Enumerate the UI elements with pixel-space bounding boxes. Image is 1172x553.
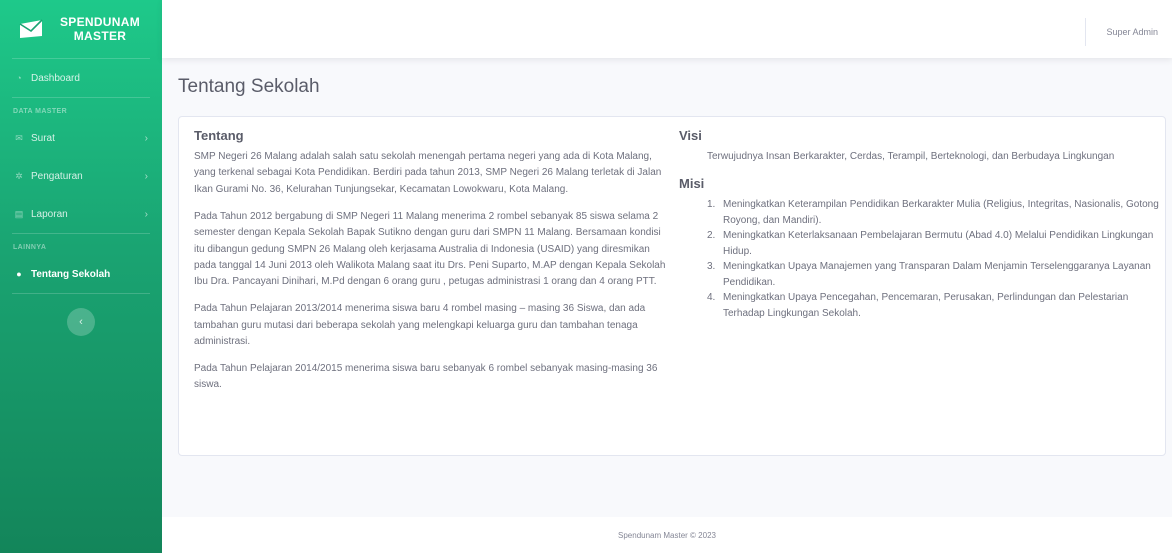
gear-icon: ✲ [15, 170, 23, 181]
sidebar-heading-master: DATA MASTER [13, 108, 68, 115]
info-icon: ● [16, 269, 22, 279]
sidebar-item-label: Pengaturan [31, 170, 83, 182]
visi-misi-section: Visi Terwujudnya Insan Berkarakter, Cerd… [679, 128, 1159, 321]
tentang-heading: Tentang [194, 128, 244, 143]
list-item: 2. Meningkatkan Keterlaksanaan Pembelajar… [707, 228, 1159, 259]
list-number: 2. [707, 230, 716, 242]
sidebar-item-label: Surat [31, 132, 55, 144]
brand-name: SPENDUNAM MASTER [54, 15, 146, 43]
misi-heading: Misi [679, 176, 705, 192]
visi-heading: Visi [679, 128, 702, 143]
topbar-divider [1085, 18, 1086, 46]
brand-line-1: SPENDUNAM [59, 15, 141, 29]
page-title: Tentang Sekolah [178, 76, 320, 97]
list-item: 4. Meningkatkan Upaya Pencegahan, Pencema… [707, 290, 1159, 321]
misi-list: 1. Meningkatkan Keterampilan Pendidikan B… [679, 197, 1159, 321]
chevron-right-icon: › [144, 132, 148, 144]
tentang-paragraph: SMP Negeri 26 Malang adalah salah satu s… [194, 151, 662, 195]
list-text: Meningkatkan Upaya Manajemen yang Transp… [723, 261, 1151, 288]
list-number: 1. [707, 199, 716, 211]
sidebar-item-tentang-sekolah[interactable]: ● Tentang Sekolah [0, 255, 162, 293]
chevron-left-icon: ‹ [79, 316, 83, 328]
list-text: Meningkatkan Keterampilan Pendidikan Ber… [723, 199, 1159, 226]
list-text: Meningkatkan Keterlaksanaan Pembelajaran… [723, 230, 1154, 257]
list-number: 3. [707, 261, 716, 273]
tentang-section: Tentang SMP Negeri 26 Malang adalah sala… [194, 128, 674, 404]
envelope-icon: ✉ [15, 132, 23, 143]
tentang-paragraph: Pada Tahun Pelajaran 2014/2015 menerima … [194, 362, 658, 391]
file-icon: ▤ [14, 208, 24, 219]
footer: Spendunam Master © 2023 [162, 517, 1172, 553]
brand[interactable]: SPENDUNAM MASTER [0, 0, 162, 58]
chevron-right-icon: › [144, 170, 148, 182]
envelope-logo-icon [19, 19, 43, 38]
sidebar-item-dashboard[interactable]: ◔ Dashboard [0, 59, 162, 97]
content-card: Tentang SMP Negeri 26 Malang adalah sala… [178, 116, 1166, 456]
sidebar-toggle-button[interactable]: ‹ [67, 308, 95, 336]
copyright-text: Spendunam Master © 2023 [618, 530, 716, 540]
sidebar-item-label: Tentang Sekolah [31, 268, 111, 280]
list-item: 1. Meningkatkan Keterampilan Pendidikan B… [707, 197, 1159, 228]
sidebar-item-pengaturan[interactable]: ✲ Pengaturan › [0, 157, 162, 195]
tentang-paragraph: Pada Tahun 2012 bergabung di SMP Negeri … [194, 210, 666, 288]
list-item: 3. Meningkatkan Upaya Manajemen yang Tran… [707, 259, 1159, 290]
sidebar-item-label: Dashboard [31, 72, 80, 84]
sidebar-item-label: Laporan [31, 208, 68, 220]
list-text: Meningkatkan Upaya Pencegahan, Pencemara… [723, 292, 1129, 319]
chevron-right-icon: › [144, 208, 148, 220]
dashboard-icon: ◔ [16, 73, 22, 83]
sidebar: SPENDUNAM MASTER ◔ Dashboard DATA MASTER… [0, 0, 162, 553]
brand-line-2: MASTER [73, 29, 127, 43]
topbar: Super Admin [162, 0, 1172, 58]
user-menu[interactable]: Super Admin [1106, 27, 1158, 37]
sidebar-divider [12, 293, 150, 294]
visi-text: Terwujudnya Insan Berkarakter, Cerdas, T… [707, 151, 1115, 162]
tentang-paragraph: Pada Tahun Pelajaran 2013/2014 menerima … [194, 303, 646, 348]
sidebar-item-laporan[interactable]: ▤ Laporan › [0, 195, 162, 233]
list-number: 4. [707, 292, 716, 304]
sidebar-heading-lainnya: LAINNYA [13, 244, 47, 251]
sidebar-item-surat[interactable]: ✉ Surat › [0, 119, 162, 157]
